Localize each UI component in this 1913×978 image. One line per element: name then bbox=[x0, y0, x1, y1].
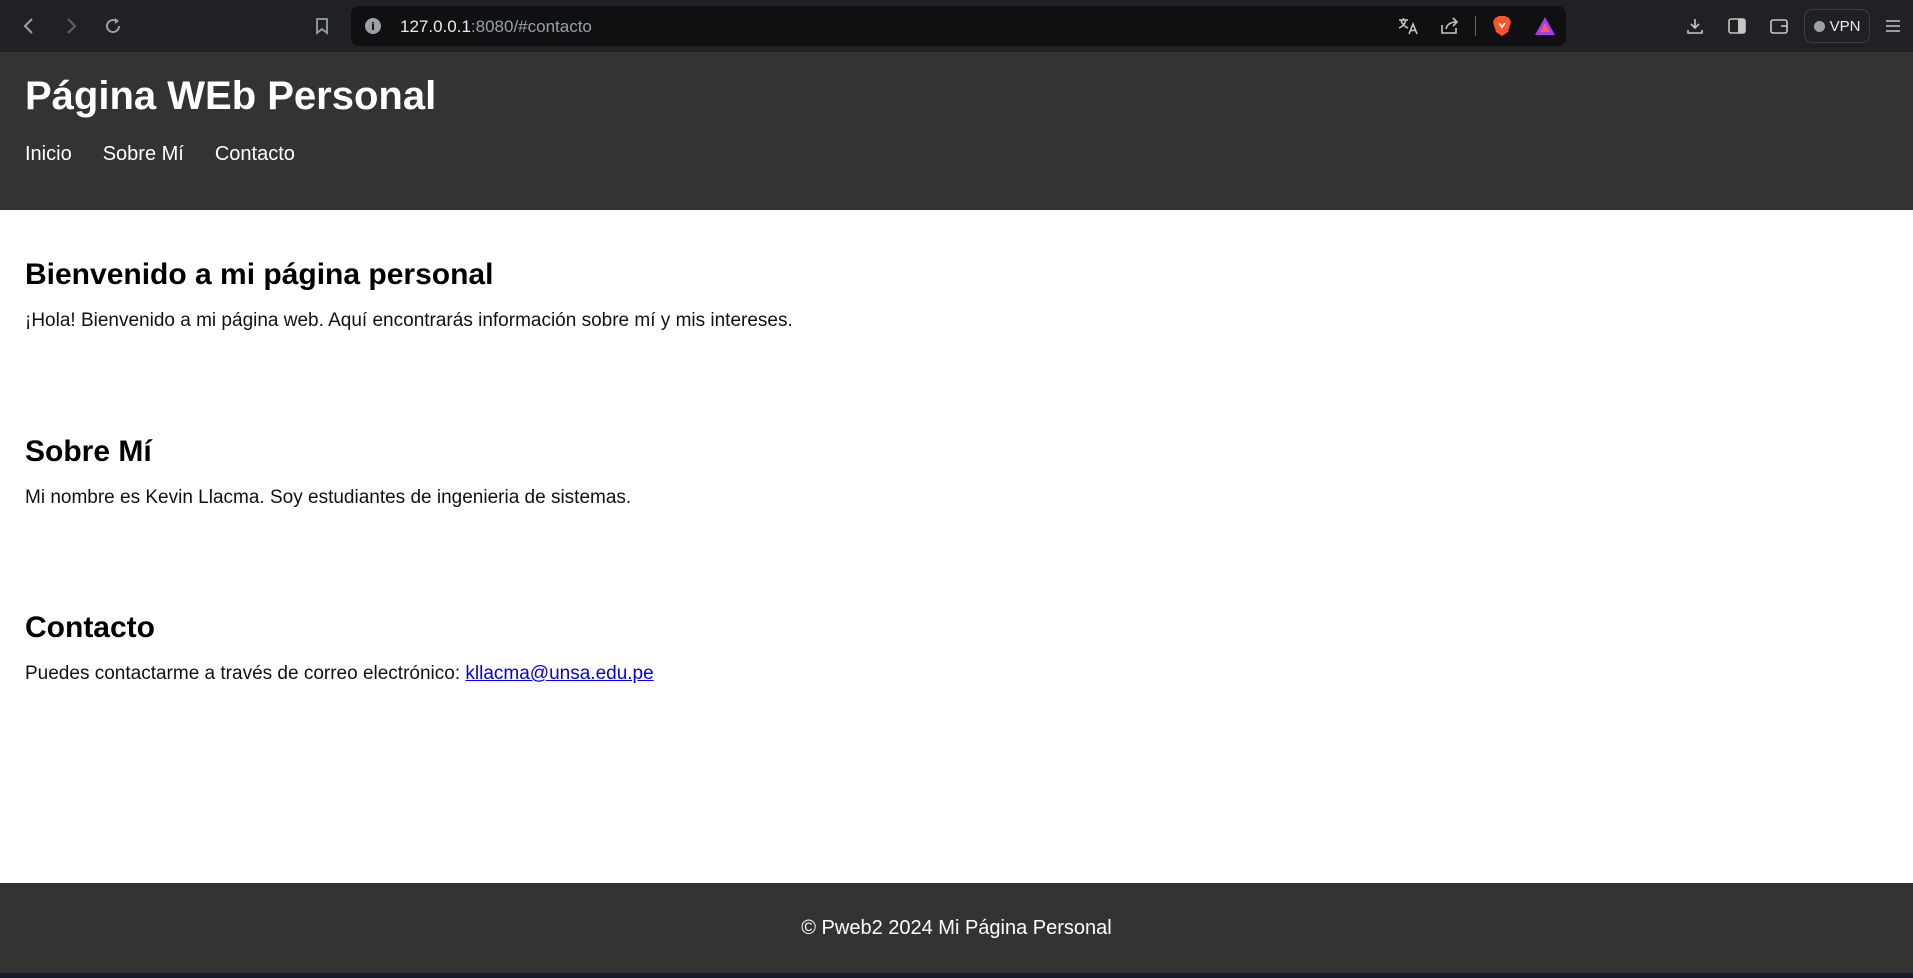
section-text: Puedes contactarme a través de correo el… bbox=[25, 663, 654, 685]
info-icon[interactable]: i bbox=[365, 18, 381, 34]
address-bar[interactable]: i 127.0.0.1:8080/#contacto bbox=[351, 6, 1566, 46]
nav-link-sobre-mi[interactable]: Sobre Mí bbox=[103, 143, 184, 166]
section-heading: Bienvenido a mi página personal bbox=[25, 258, 494, 291]
reload-icon[interactable] bbox=[98, 11, 128, 41]
bookmark-icon[interactable] bbox=[307, 11, 337, 41]
section-text: Mi nombre es Kevin Llacma. Soy estudiant… bbox=[25, 487, 632, 508]
vpn-label: VPN bbox=[1829, 17, 1861, 35]
back-arrow-icon[interactable] bbox=[14, 11, 44, 41]
vpn-status-icon bbox=[1813, 20, 1825, 32]
section-text: ¡Hola! Bienvenido a mi página web. Aquí … bbox=[25, 310, 793, 331]
url-text[interactable]: 127.0.0.1:8080/#contacto bbox=[400, 17, 592, 37]
brave-shield-icon[interactable] bbox=[1489, 13, 1515, 39]
site-title: Página WEb Personal bbox=[25, 74, 437, 118]
forward-arrow-icon[interactable] bbox=[56, 11, 86, 41]
site-header: Página WEb Personal Inicio Sobre Mí Cont… bbox=[0, 52, 1913, 210]
hamburger-menu-icon[interactable] bbox=[1880, 13, 1906, 39]
section-sobre-mi: Sobre Mí Mi nombre es Kevin Llacma. Soy … bbox=[25, 435, 631, 509]
section-inicio: Bienvenido a mi página personal ¡Hola! B… bbox=[25, 258, 793, 332]
translate-icon[interactable] bbox=[1395, 13, 1421, 39]
footer-text: © Pweb2 2024 Mi Página Personal bbox=[801, 916, 1112, 939]
rewards-triangle-icon[interactable] bbox=[1532, 13, 1558, 39]
contact-text: Puedes contactarme a través de correo el… bbox=[25, 663, 466, 684]
site-nav: Inicio Sobre Mí Contacto bbox=[25, 143, 295, 166]
share-icon[interactable] bbox=[1437, 13, 1463, 39]
email-link[interactable]: kllacma@unsa.edu.pe bbox=[465, 663, 653, 684]
sidebar-icon[interactable] bbox=[1724, 13, 1750, 39]
section-contacto: Contacto Puedes contactarme a través de … bbox=[25, 611, 654, 685]
toolbar-divider bbox=[1475, 16, 1476, 36]
download-icon[interactable] bbox=[1682, 13, 1708, 39]
browser-toolbar: i 127.0.0.1:8080/#contacto VPN bbox=[0, 0, 1913, 52]
vpn-button[interactable]: VPN bbox=[1804, 9, 1870, 43]
nav-link-contacto[interactable]: Contacto bbox=[215, 143, 295, 166]
nav-link-inicio[interactable]: Inicio bbox=[25, 143, 72, 166]
site-footer: © Pweb2 2024 Mi Página Personal bbox=[0, 883, 1913, 973]
wallet-icon[interactable] bbox=[1766, 13, 1792, 39]
section-heading: Contacto bbox=[25, 611, 155, 644]
taskbar-strip bbox=[0, 973, 1913, 978]
section-heading: Sobre Mí bbox=[25, 435, 152, 468]
